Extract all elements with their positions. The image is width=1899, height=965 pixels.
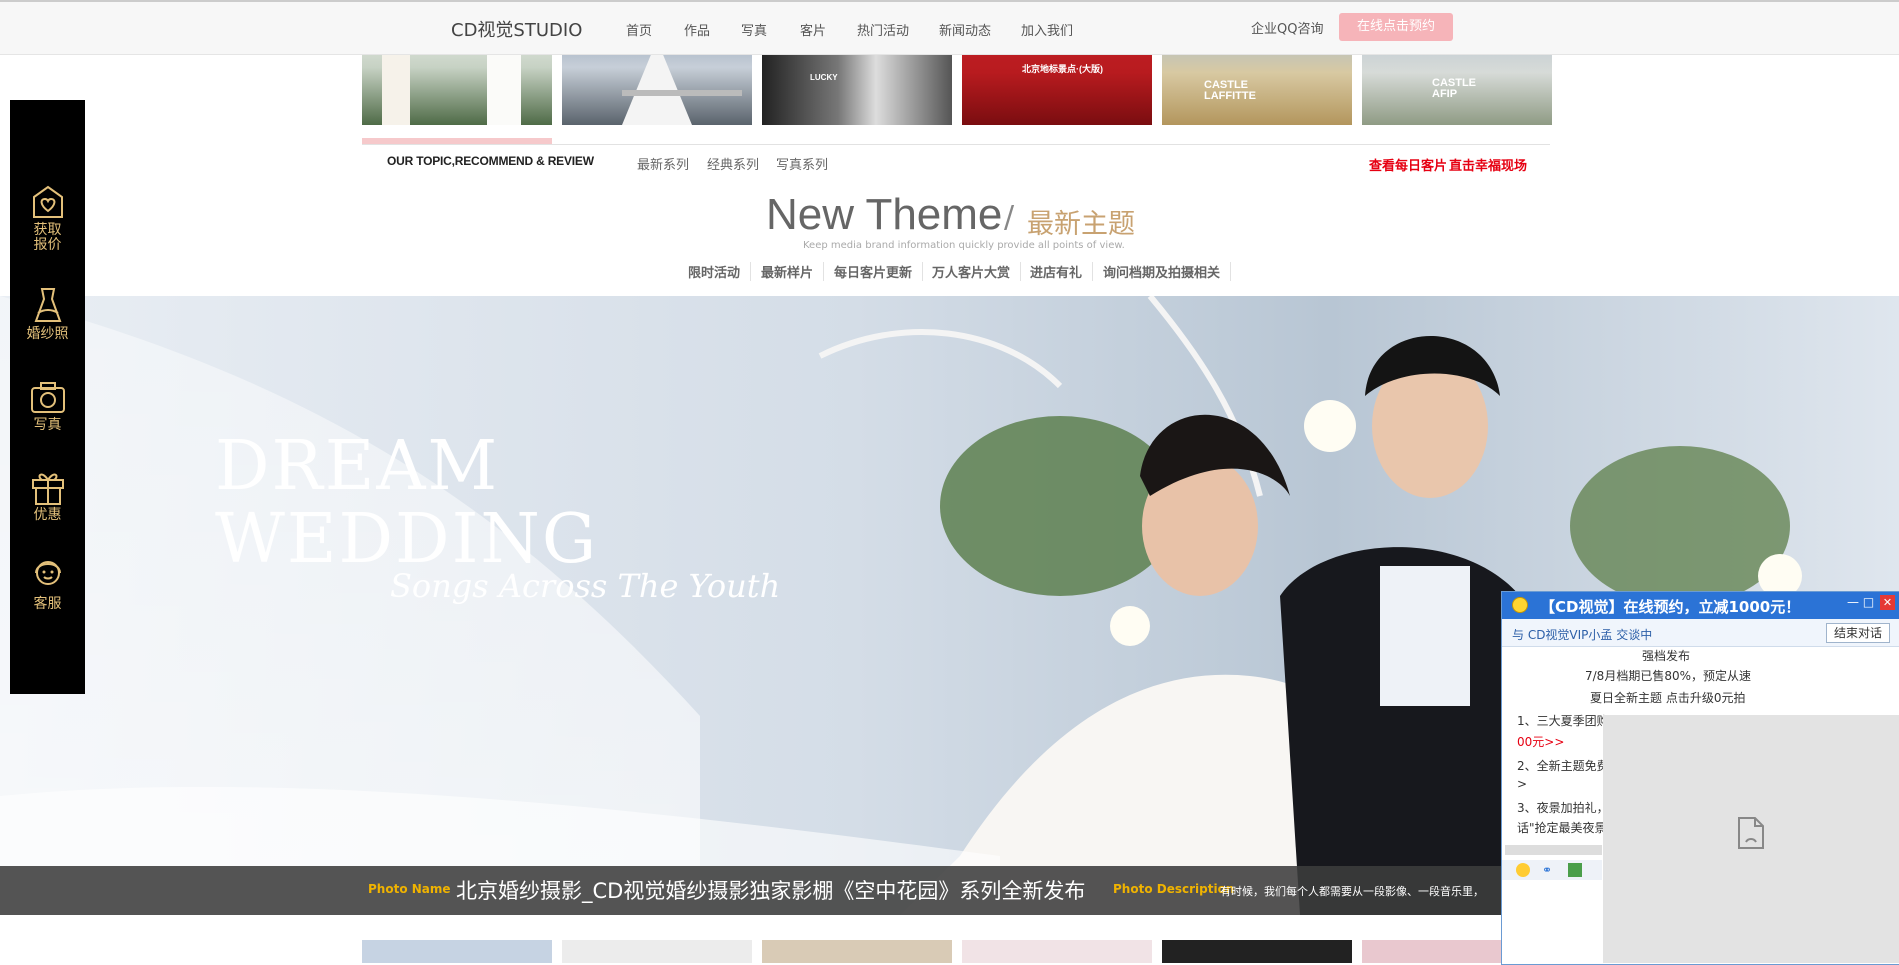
chat-header[interactable]: 【CD视觉】在线预约，立减1000元！ — □ ✕ (1502, 592, 1899, 619)
chat-toolbar: ⚭ (1502, 860, 1602, 880)
smiley-icon (1512, 597, 1528, 613)
series-latest[interactable]: 最新系列 (637, 154, 689, 173)
nav-link-home[interactable]: 首页 (626, 20, 652, 39)
sidebar-item-discount[interactable]: 优惠 (10, 468, 85, 523)
nav-link-portrait[interactable]: 写真 (741, 20, 767, 39)
chat-message-2: 7/8月档期已售80%，预定从速 (1585, 669, 1751, 683)
camera-icon (30, 382, 65, 413)
quote-icon (32, 185, 63, 218)
bottom-thumbnail-3[interactable] (762, 940, 952, 963)
section-title-slash: / (1004, 200, 1015, 235)
chat-agent-status: 与 CD视觉VIP小孟 交谈中 (1512, 628, 1653, 642)
chat-message-3[interactable]: 夏日全新主题 点击升级0元拍 (1590, 689, 1745, 706)
close-icon[interactable]: ✕ (1880, 595, 1895, 610)
daily-clients-link[interactable]: 查看每日客片 (1369, 155, 1447, 174)
banner-dream-text: DREAM (215, 427, 500, 506)
chat-message-4: 1、三大夏季团购 (1517, 714, 1609, 728)
chat-window-controls: — □ ✕ (1847, 595, 1895, 610)
service-icon (34, 561, 61, 585)
emoji-icon[interactable] (1516, 863, 1530, 877)
broken-plugin-panel (1603, 715, 1899, 963)
sidebar-label-discount: 优惠 (33, 507, 62, 523)
brand-logo[interactable]: CD视觉STUDIO (451, 16, 582, 42)
banner-tagline: Songs Across The Youth (390, 567, 781, 605)
thumbnail-4-label: 北京地标景点·(大版) (1022, 64, 1103, 74)
subnav-schedule-inquiry[interactable]: 询问档期及拍摄相关 (1093, 262, 1232, 281)
bottom-thumbnail-2[interactable] (562, 940, 752, 963)
section-title-cn: 最新主题 (1027, 209, 1135, 240)
sidebar-label-portrait: 写真 (33, 417, 62, 433)
series-classic[interactable]: 经典系列 (707, 154, 759, 173)
series-portrait[interactable]: 写真系列 (776, 154, 828, 173)
image-icon[interactable] (1568, 863, 1582, 877)
chat-message-5[interactable]: 00元>> (1517, 733, 1564, 750)
subnav-client-showcase[interactable]: 万人客片大赏 (922, 262, 1022, 281)
chat-message-7: > (1517, 777, 1528, 791)
topic-title: OUR TOPIC,RECOMMEND & REVIEW (387, 154, 594, 168)
end-chat-button[interactable]: 结束对话 (1826, 623, 1890, 643)
thumbnail-5-label: CASTLE LAFFITTE (1204, 79, 1256, 102)
bottom-thumbnail-4[interactable] (962, 940, 1152, 963)
sidebar-item-service[interactable]: 客服 (10, 555, 85, 612)
chat-horizontal-scrollbar[interactable] (1505, 845, 1602, 855)
section-subtitle: Keep media brand information quickly pro… (803, 240, 1125, 251)
chat-message-8: 3、夜景加拍礼， (1517, 801, 1609, 815)
happy-scene-link[interactable]: 直击幸福现场 (1449, 155, 1527, 174)
bottom-thumbnail-5[interactable] (1162, 940, 1352, 963)
left-floating-sidebar: 获取 报价 婚纱照 写真 优惠 客服 (10, 100, 85, 694)
chat-title: 【CD视觉】在线预约，立减1000元！ (1540, 598, 1801, 616)
subnav-daily-updates[interactable]: 每日客片更新 (824, 262, 924, 281)
minimize-icon[interactable]: — (1847, 595, 1859, 609)
nav-link-news[interactable]: 新闻动态 (939, 20, 991, 39)
maximize-icon[interactable]: □ (1863, 595, 1874, 609)
nav-link-join[interactable]: 加入我们 (1021, 20, 1073, 39)
sidebar-item-quote[interactable]: 获取 报价 (10, 185, 85, 253)
sidebar-item-portrait[interactable]: 写真 (10, 380, 85, 433)
section-title-en: New Theme (766, 190, 1003, 239)
nav-link-works[interactable]: 作品 (684, 20, 710, 39)
photo-name-label: Photo Name (368, 882, 451, 896)
broken-file-icon (1738, 817, 1764, 849)
thumbnail-6-label: CASTLE AFIP (1432, 77, 1476, 100)
thumbnail-3-label: LUCKY (810, 73, 838, 82)
chat-message-9: 话"抢定最美夜景 (1517, 821, 1607, 835)
dress-icon (34, 288, 61, 322)
sidebar-label-wedding-photos: 婚纱照 (26, 326, 69, 342)
sidebar-label-quote: 获取 报价 (33, 222, 62, 253)
book-online-button[interactable]: 在线点击预约 (1339, 13, 1453, 41)
link-icon[interactable]: ⚭ (1542, 863, 1556, 877)
gift-icon (31, 473, 64, 505)
nav-link-clients[interactable]: 客片 (800, 20, 826, 39)
subnav-limited-events[interactable]: 限时活动 (678, 262, 752, 281)
chat-message-1: 强档发布 (1642, 649, 1691, 663)
chat-message-6: 2、全新主题免费 (1517, 759, 1609, 773)
sidebar-label-service: 客服 (33, 596, 62, 612)
chat-subheader: 与 CD视觉VIP小孟 交谈中 结束对话 (1502, 619, 1899, 647)
sidebar-item-wedding-photos[interactable]: 婚纱照 (10, 285, 85, 342)
bottom-thumbnail-1[interactable] (362, 940, 552, 963)
photo-description-label: Photo Description (1113, 882, 1235, 896)
nav-link-events[interactable]: 热门活动 (857, 20, 909, 39)
subnav-latest-samples[interactable]: 最新样片 (751, 262, 825, 281)
qq-consult-link[interactable]: 企业QQ咨询 (1251, 18, 1323, 37)
top-nav: CD视觉STUDIO 首页 作品 写真 客片 热门活动 新闻动态 加入我们 企业… (0, 0, 1899, 55)
subnav-store-gift[interactable]: 进店有礼 (1020, 262, 1094, 281)
topic-divider (362, 144, 1550, 145)
photo-name[interactable]: 北京婚纱摄影_CD视觉婚纱摄影独家影棚《空中花园》系列全新发布 (456, 875, 1085, 905)
photo-description: 有时候，我们每个人都需要从一段影像、一段音乐里， (1220, 885, 1484, 898)
